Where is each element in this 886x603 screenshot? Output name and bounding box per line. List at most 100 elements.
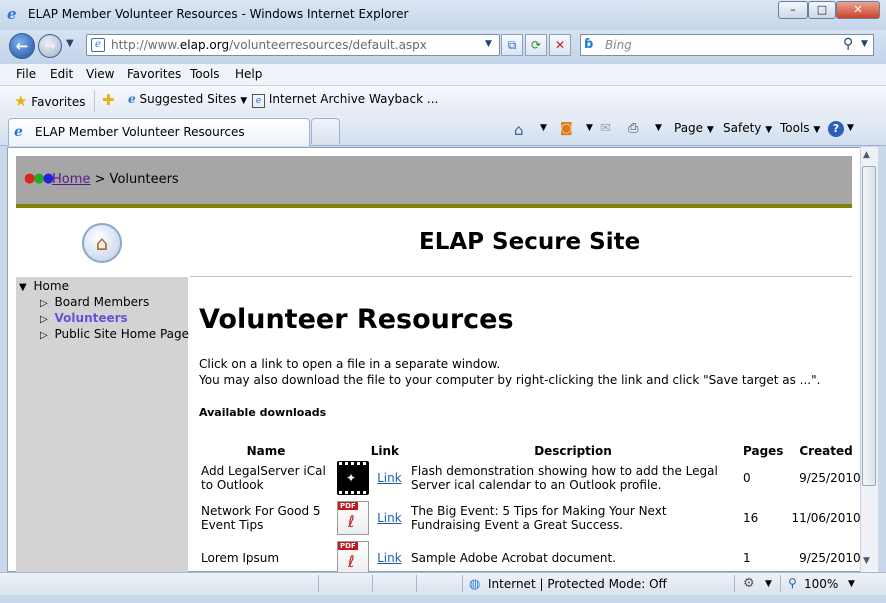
status-divider xyxy=(462,575,463,592)
breadcrumb: Home > Volunteers xyxy=(52,172,179,187)
refresh-button[interactable]: ⟳ xyxy=(525,34,547,56)
favorites-star-icon: ★ xyxy=(14,92,28,110)
menu-file[interactable]: File xyxy=(16,67,36,81)
caret-right-icon: ▷ xyxy=(40,330,48,341)
address-text[interactable]: http://www.elap.org/volunteerresources/d… xyxy=(111,38,427,52)
row-pages: 0 xyxy=(743,471,751,485)
table-row: Network For Good 5 Event Tips PDF ℓ Link … xyxy=(197,498,865,538)
zoom-dropdown-icon[interactable]: ▼ xyxy=(848,579,855,589)
sidebar-item-volunteers[interactable]: ▷ Volunteers xyxy=(40,311,128,325)
feeds-icon[interactable]: ◙ xyxy=(560,121,573,136)
ie-logo-icon: e xyxy=(7,5,17,23)
help-dropdown-icon[interactable]: ▼ xyxy=(847,123,854,133)
add-favorite-icon[interactable]: ✚ xyxy=(102,91,115,109)
menu-edit[interactable]: Edit xyxy=(50,67,73,81)
favorites-button[interactable]: ★ Favorites xyxy=(14,92,86,110)
bing-logo-icon: ɓ xyxy=(584,37,594,52)
wayback-link[interactable]: e Internet Archive Wayback ... xyxy=(252,92,438,108)
table-header-row: Name Link Description Pages Created xyxy=(197,440,865,458)
address-dropdown-icon[interactable]: ▼ xyxy=(485,39,492,49)
help-icon[interactable]: ? xyxy=(828,121,844,137)
row-name: Add LegalServer iCal to Outlook xyxy=(201,464,326,492)
new-tab-button[interactable] xyxy=(311,118,340,144)
caret-right-icon: ▷ xyxy=(40,314,48,325)
compatibility-view-button[interactable]: ⧉ xyxy=(501,34,523,56)
row-created: 11/06/2010 xyxy=(791,511,861,525)
zoom-icon: ⚲ xyxy=(788,576,797,590)
page-menu[interactable]: Page ▼ xyxy=(674,121,714,135)
column-header-pages: Pages xyxy=(743,444,784,458)
suggested-sites-button[interactable]: e Suggested Sites ▼ xyxy=(128,92,247,106)
page-heading: Volunteer Resources xyxy=(199,304,514,335)
caret-right-icon: ▷ xyxy=(40,298,48,309)
tab-active[interactable]: e ELAP Member Volunteer Resources xyxy=(8,118,310,146)
pdf-file-icon: PDF ℓ xyxy=(337,541,369,575)
people-icon: ●●● xyxy=(24,171,54,186)
scrollbar-thumb[interactable] xyxy=(862,166,876,486)
downloads-table: Name Link Description Pages Created Add … xyxy=(197,440,865,578)
menu-help[interactable]: Help xyxy=(235,67,262,81)
search-dropdown-icon[interactable]: ▼ xyxy=(861,39,868,49)
column-header-description: Description xyxy=(534,444,612,458)
chevron-down-icon: ▼ xyxy=(765,125,773,135)
back-button[interactable]: ← xyxy=(9,33,35,59)
zoom-level[interactable]: 100% xyxy=(804,577,838,591)
tools-menu[interactable]: Tools ▼ xyxy=(780,121,820,135)
globe-icon: ◍ xyxy=(469,577,481,592)
row-description: The Big Event: 5 Tips for Making Your Ne… xyxy=(411,504,667,532)
status-divider xyxy=(780,575,781,592)
tab-label: ELAP Member Volunteer Resources xyxy=(35,125,245,139)
breadcrumb-home-link[interactable]: Home xyxy=(52,172,90,187)
address-bar[interactable]: e http://www.elap.org/volunteerresources… xyxy=(86,34,500,56)
row-pages: 16 xyxy=(743,511,759,525)
sidebar-item-public-site[interactable]: ▷ Public Site Home Page xyxy=(40,327,189,341)
scroll-down-icon[interactable]: ▼ xyxy=(863,556,870,566)
file-link[interactable]: Link xyxy=(377,551,402,565)
window-title: ELAP Member Volunteer Resources - Window… xyxy=(28,7,409,21)
feeds-dropdown-icon[interactable]: ▼ xyxy=(586,123,593,133)
chevron-down-icon: ▼ xyxy=(706,125,714,135)
ie-tab-icon: e xyxy=(14,124,23,140)
row-created: 9/25/2010 xyxy=(799,471,861,485)
safety-menu[interactable]: Safety ▼ xyxy=(723,121,772,135)
table-row: Add LegalServer iCal to Outlook ✦ Link F… xyxy=(197,458,865,498)
menu-tools[interactable]: Tools xyxy=(190,67,220,81)
print-icon[interactable]: ⎙ xyxy=(628,121,638,136)
stop-button[interactable]: ✕ xyxy=(549,34,571,56)
home-icon[interactable]: ⌂ xyxy=(514,121,524,139)
close-button[interactable]: ✕ xyxy=(836,1,880,19)
chevron-down-icon: ▼ xyxy=(240,96,248,106)
print-dropdown-icon[interactable]: ▼ xyxy=(655,123,662,133)
site-title: ELAP Secure Site xyxy=(419,229,641,255)
menu-favorites[interactable]: Favorites xyxy=(127,67,181,81)
maximize-button[interactable]: □ xyxy=(808,1,836,19)
intro-line-2: You may also download the file to your c… xyxy=(199,373,821,387)
security-zone[interactable]: Internet | Protected Mode: Off xyxy=(488,577,667,591)
minimize-button[interactable]: – xyxy=(778,1,808,19)
protected-mode-icon[interactable]: ⚙ xyxy=(743,576,755,591)
home-dropdown-icon[interactable]: ▼ xyxy=(540,123,547,133)
content-divider xyxy=(190,276,852,277)
column-header-link: Link xyxy=(370,444,399,458)
breadcrumb-current: > Volunteers xyxy=(94,172,179,187)
mail-icon[interactable]: ✉ xyxy=(600,121,611,136)
forward-button[interactable]: → xyxy=(38,34,62,58)
file-link[interactable]: Link xyxy=(377,471,402,485)
search-box[interactable]: ɓ Bing ⚲ ▼ xyxy=(580,34,874,56)
chevron-down-icon[interactable]: ▼ xyxy=(765,579,772,589)
tree-root[interactable]: ▼ Home xyxy=(19,279,69,293)
chevron-down-icon: ▼ xyxy=(813,125,821,135)
status-divider xyxy=(734,575,735,592)
recent-pages-dropdown-icon[interactable]: ▼ xyxy=(66,38,74,49)
header-divider xyxy=(16,204,852,208)
scroll-up-icon[interactable]: ▲ xyxy=(863,150,870,160)
file-link[interactable]: Link xyxy=(377,511,402,525)
menu-view[interactable]: View xyxy=(86,67,114,81)
column-header-name: Name xyxy=(246,444,286,458)
search-icon[interactable]: ⚲ xyxy=(843,36,853,52)
page-icon: e xyxy=(91,38,105,52)
caret-down-icon: ▼ xyxy=(19,282,27,293)
search-placeholder: Bing xyxy=(605,38,632,52)
sidebar-item-board-members[interactable]: ▷ Board Members xyxy=(40,295,149,309)
home-link-icon[interactable]: ⌂ xyxy=(82,223,122,263)
